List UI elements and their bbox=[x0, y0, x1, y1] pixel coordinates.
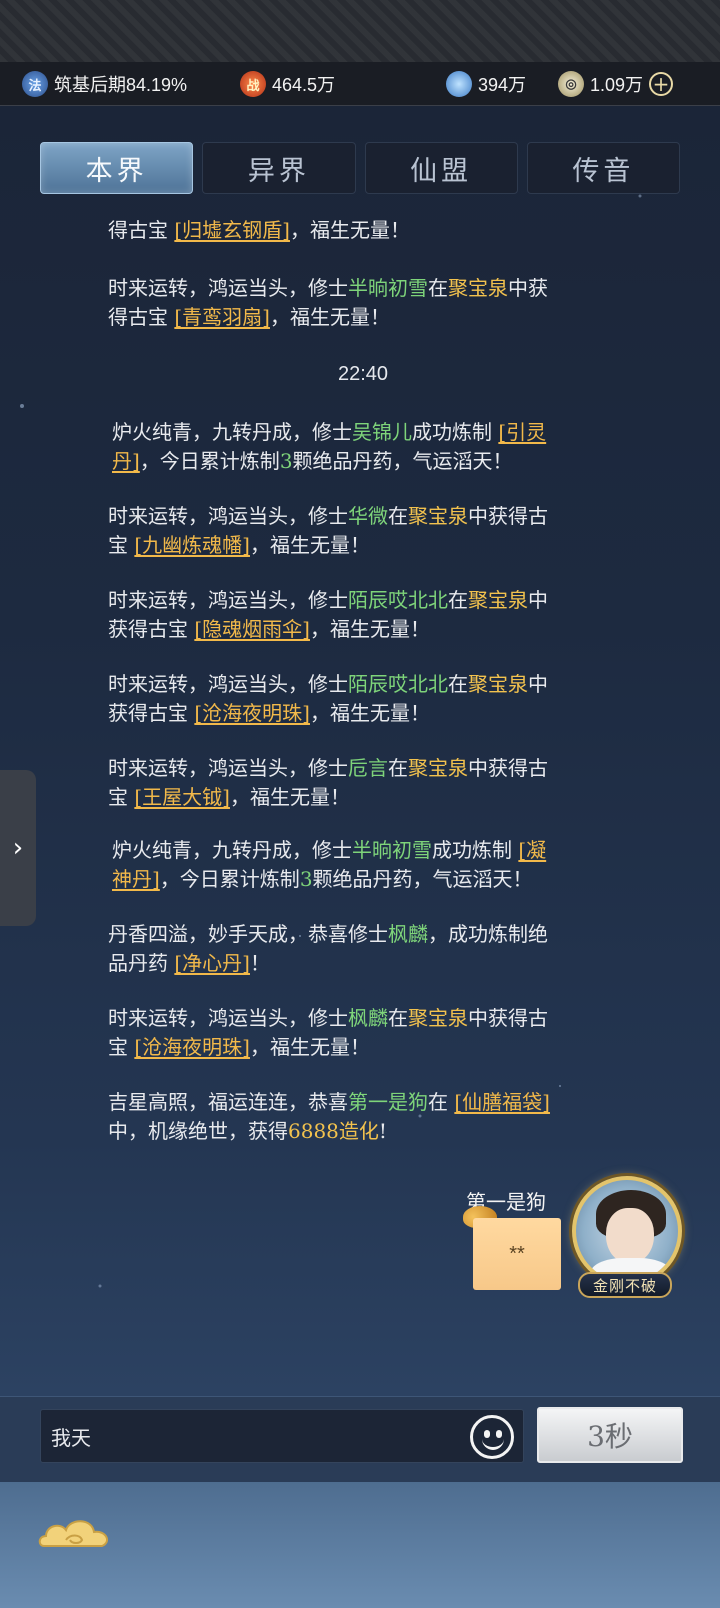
resource-bar: 法 筑基后期84.19% 战 464.5万 394万 ◎ 1.09万 + bbox=[0, 62, 720, 106]
item-link[interactable]: [青鸾羽扇] bbox=[174, 305, 270, 329]
gem-icon bbox=[440, 65, 478, 103]
bottom-area bbox=[0, 1482, 720, 1608]
tab-alliance[interactable]: 仙盟 bbox=[364, 142, 518, 194]
reward-value: 6888造化 bbox=[288, 1119, 379, 1143]
realm-progress: 筑基后期84.19% bbox=[54, 75, 188, 95]
player-name[interactable]: 陌辰哎北北 bbox=[348, 672, 448, 696]
emoji-icon[interactable] bbox=[470, 1415, 514, 1459]
system-message: 得古宝 [归墟玄钢盾]，福生无量！ bbox=[108, 218, 410, 242]
chat-input[interactable]: 我天 bbox=[40, 1409, 524, 1463]
place-name: 聚宝泉 bbox=[468, 672, 528, 696]
cloud-icon[interactable] bbox=[36, 1512, 116, 1562]
player-name[interactable]: 吴锦儿 bbox=[352, 420, 412, 444]
place-name: 聚宝泉 bbox=[408, 1006, 468, 1030]
item-link[interactable]: [归墟玄钢盾] bbox=[174, 218, 290, 242]
player-name[interactable]: 陌辰哎北北 bbox=[348, 588, 448, 612]
tab-other-realm[interactable]: 异界 bbox=[202, 142, 356, 194]
item-link[interactable]: [王屋大钺] bbox=[134, 785, 230, 809]
place-name: 聚宝泉 bbox=[408, 756, 468, 780]
system-message: 炉火纯青，九转丹成，修士吴锦儿成功炼制 [引灵 丹]，今日累计炼制3颗绝品丹药，… bbox=[112, 420, 547, 473]
player-name[interactable]: 枫麟 bbox=[388, 922, 428, 946]
channel-tabs: 本界 异界 仙盟 传音 bbox=[40, 142, 680, 194]
send-button[interactable]: 3秒 bbox=[537, 1407, 683, 1463]
item-link[interactable]: [沧海夜明珠] bbox=[194, 701, 310, 725]
realm-icon: 法 bbox=[22, 71, 48, 97]
item-link[interactable]: [九幽炼魂幡] bbox=[134, 533, 250, 557]
item-link[interactable]: 丹] bbox=[112, 449, 140, 473]
count-value: 3 bbox=[299, 867, 313, 891]
realm-stat[interactable]: 法 筑基后期84.19% bbox=[22, 71, 187, 97]
power-value: 464.5万 bbox=[272, 75, 336, 95]
player-name[interactable]: 枫麟 bbox=[348, 1006, 388, 1030]
system-message: 时来运转，鸿运当头，修士陌辰哎北北在聚宝泉中 获得古宝 [沧海夜明珠]，福生无量… bbox=[108, 672, 548, 725]
item-link[interactable]: [凝 bbox=[518, 838, 546, 862]
power-icon: 战 bbox=[240, 71, 266, 97]
gem-stat[interactable]: 394万 bbox=[440, 65, 527, 103]
system-message: 丹香四溢，妙手天成，恭喜修士枫麟，成功炼制绝 品丹药 [净心丹]！ bbox=[108, 922, 548, 975]
player-name[interactable]: 第一是狗 bbox=[348, 1090, 428, 1114]
item-link[interactable]: [引灵 bbox=[498, 420, 546, 444]
item-link[interactable]: 神丹] bbox=[112, 867, 160, 891]
tab-whisper[interactable]: 传音 bbox=[526, 142, 680, 194]
plus-icon[interactable]: + bbox=[649, 72, 674, 96]
item-link[interactable]: [仙膳福袋] bbox=[454, 1090, 550, 1114]
system-message: 吉星高照，福运连连，恭喜第一是狗在 [仙膳福袋] 中，机缘绝世，获得6888造化… bbox=[108, 1090, 550, 1143]
chat-bubble[interactable]: ** bbox=[473, 1218, 561, 1290]
top-decoration bbox=[0, 0, 720, 62]
place-name: 聚宝泉 bbox=[448, 276, 508, 300]
player-name[interactable]: 半晌初雪 bbox=[352, 838, 432, 862]
place-name: 聚宝泉 bbox=[408, 504, 468, 528]
tab-local-realm[interactable]: 本界 bbox=[40, 142, 194, 194]
item-link[interactable]: [净心丹] bbox=[174, 951, 250, 975]
coin-stat[interactable]: ◎ 1.09万 + bbox=[558, 71, 674, 97]
system-message: 时来运转，鸿运当头，修士陌辰哎北北在聚宝泉中 获得古宝 [隐魂烟雨伞]，福生无量… bbox=[108, 588, 548, 641]
system-message: 时来运转，鸿运当头，修士半晌初雪在聚宝泉中获 得古宝 [青鸾羽扇]，福生无量！ bbox=[108, 276, 548, 329]
gem-value: 394万 bbox=[478, 75, 527, 95]
system-message: 时来运转，鸿运当头，修士枫麟在聚宝泉中获得古 宝 [沧海夜明珠]，福生无量！ bbox=[108, 1006, 548, 1059]
player-name[interactable]: 卮言 bbox=[348, 756, 388, 780]
item-link[interactable]: [隐魂烟雨伞] bbox=[194, 617, 310, 641]
player-name[interactable]: 华微 bbox=[348, 504, 388, 528]
item-link[interactable]: [沧海夜明珠] bbox=[134, 1035, 250, 1059]
count-value: 3 bbox=[279, 449, 293, 473]
chat-input-bar: 我天 3秒 bbox=[0, 1396, 720, 1482]
coin-icon: ◎ bbox=[558, 71, 584, 97]
coin-value: 1.09万 bbox=[590, 75, 644, 95]
chevron-right-icon[interactable]: › bbox=[0, 770, 36, 926]
avatar[interactable] bbox=[572, 1176, 682, 1286]
chat-panel: 本界 异界 仙盟 传音 得古宝 [归墟玄钢盾]，福生无量！ 时来运转，鸿运当头，… bbox=[0, 106, 720, 1396]
player-name[interactable]: 半晌初雪 bbox=[348, 276, 428, 300]
sender-title-badge: 金刚不破 bbox=[578, 1272, 672, 1298]
system-message: 时来运转，鸿运当头，修士华微在聚宝泉中获得古 宝 [九幽炼魂幡]，福生无量！ bbox=[108, 504, 548, 557]
system-message: 时来运转，鸿运当头，修士卮言在聚宝泉中获得古 宝 [王屋大钺]，福生无量！ bbox=[108, 756, 548, 809]
place-name: 聚宝泉 bbox=[468, 588, 528, 612]
power-stat[interactable]: 战 464.5万 bbox=[240, 71, 335, 97]
timestamp: 22:40 bbox=[337, 363, 389, 385]
system-message: 炉火纯青，九转丹成，修士半晌初雪成功炼制 [凝 神丹]，今日累计炼制3颗绝品丹药… bbox=[112, 838, 547, 891]
